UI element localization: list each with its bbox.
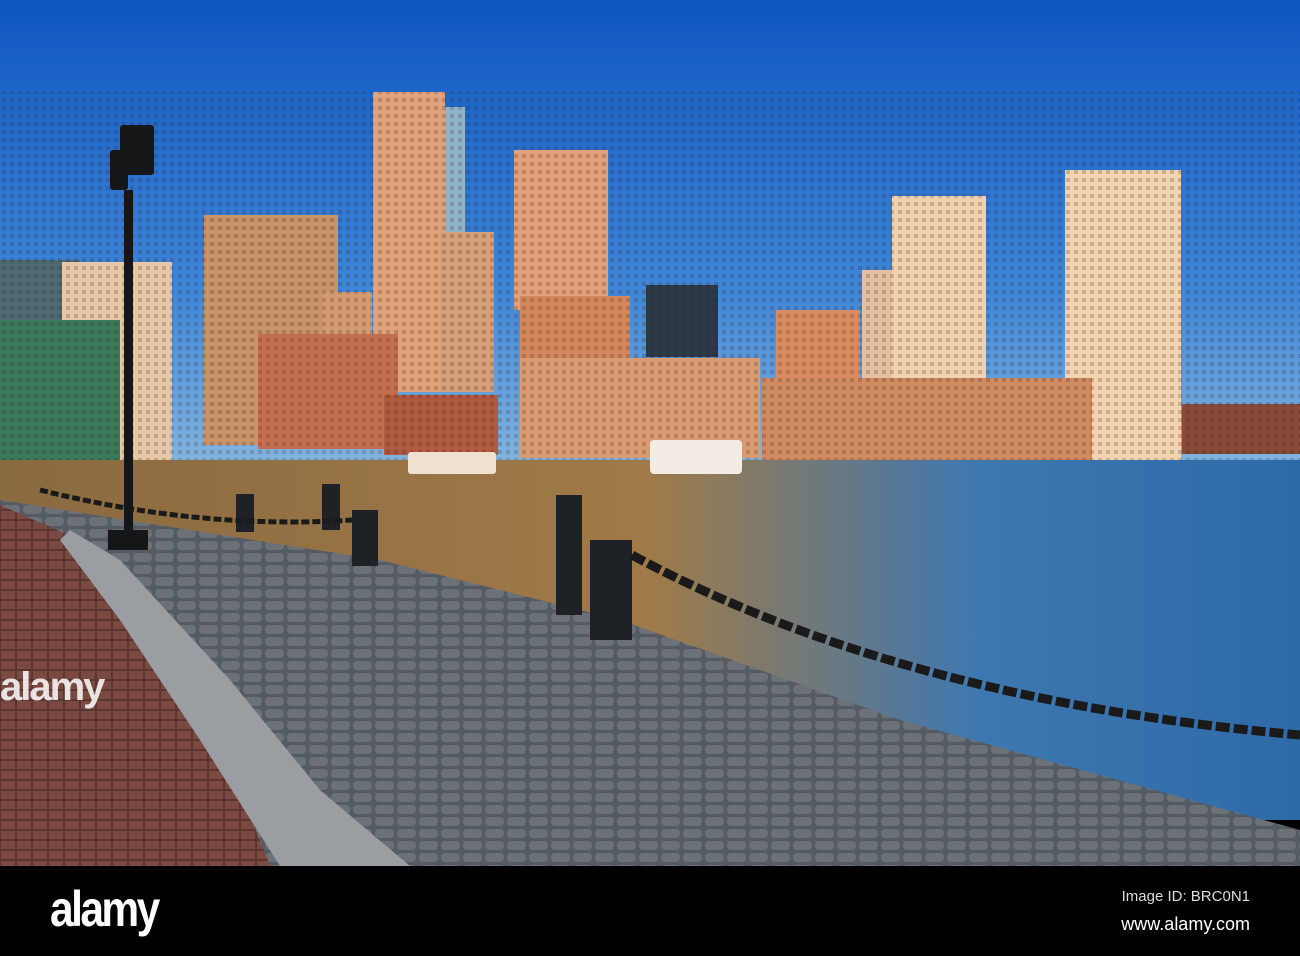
boat <box>408 452 496 474</box>
photo-frame: alamy alamy Image ID: BRC0N1 www.alamy.c… <box>0 0 1300 956</box>
footer-bar: alamy Image ID: BRC0N1 www.alamy.com <box>0 866 1300 956</box>
boat <box>650 440 742 474</box>
watermark: alamy <box>0 665 105 709</box>
image-id: Image ID: BRC0N1 <box>1121 888 1250 905</box>
boston-harbor-skyline-photo <box>0 0 1300 866</box>
skyline <box>0 92 1300 462</box>
site-url: www.alamy.com <box>1121 914 1250 934</box>
alamy-logo: alamy <box>50 881 160 937</box>
